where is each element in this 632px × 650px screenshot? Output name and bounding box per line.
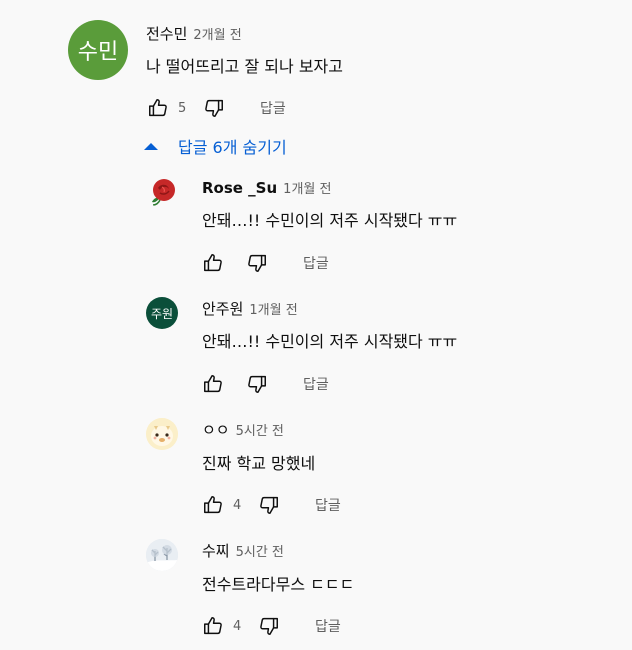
comment-meta: 전수민 2개월 전 (146, 23, 242, 44)
toggle-label: 답글 6개 숨기기 (178, 138, 287, 157)
dislike-button[interactable] (257, 493, 281, 517)
reply-button[interactable]: 답글 (303, 253, 329, 273)
thumbs-down-icon (248, 254, 266, 272)
comment-thread: 수민 전수민 2개월 전 나 떨어뜨리고 잘 되나 보자고 5 답글 답글 6개… (0, 0, 632, 650)
author-name[interactable]: 전수민 (146, 23, 187, 44)
reply-button[interactable]: 답글 (303, 374, 329, 394)
comment-meta: ㅇㅇ 5시간 전 (202, 419, 284, 440)
avatar[interactable] (146, 539, 178, 571)
reply-button[interactable]: 답글 (315, 616, 341, 636)
thumbs-down-icon (260, 496, 278, 514)
alpaca-icon (146, 418, 178, 450)
avatar[interactable] (146, 176, 178, 208)
avatar-initials: 주원 (150, 306, 174, 321)
like-count: 5 (178, 100, 187, 116)
comment-meta: 안주원 1개월 전 (202, 298, 298, 319)
thumbs-up-icon (204, 375, 222, 393)
thumbs-down-icon (260, 617, 278, 635)
avatar[interactable] (146, 418, 178, 450)
timestamp[interactable]: 5시간 전 (236, 541, 284, 560)
rose-icon (152, 179, 175, 206)
caret-up-icon (144, 143, 158, 150)
comment-text: 안돼…!! 수민이의 저주 시작됐다 ㅠㅠ (202, 332, 458, 351)
avatar[interactable]: 수민 (68, 20, 128, 80)
avatar[interactable]: 주원 (146, 297, 178, 329)
timestamp[interactable]: 2개월 전 (193, 24, 241, 43)
thumbs-up-icon (204, 617, 222, 635)
thumbs-up-icon (149, 99, 167, 117)
dislike-button[interactable] (202, 96, 226, 120)
hide-replies-toggle[interactable]: 답글 6개 숨기기 (144, 134, 287, 158)
comment-text: 진짜 학교 망했네 (202, 454, 316, 473)
reply-button[interactable]: 답글 (260, 98, 286, 118)
reply-button[interactable]: 답글 (315, 495, 341, 515)
dislike-button[interactable] (257, 614, 281, 638)
thumbs-down-icon (248, 375, 266, 393)
thumbs-down-icon (205, 99, 223, 117)
like-count: 4 (233, 497, 242, 513)
comment-actions: 5 답글 (146, 96, 286, 120)
like-button[interactable] (201, 614, 225, 638)
comment-text: 전수트라다무스 ㄷㄷㄷ (202, 575, 355, 594)
comment-meta: Rose _Su 1개월 전 (202, 178, 331, 197)
comment-text: 안돼…!! 수민이의 저주 시작됐다 ㅠㅠ (202, 211, 458, 230)
comment-actions: 답글 (201, 251, 329, 275)
author-name[interactable]: Rose _Su (202, 179, 277, 197)
comment-actions: 4 답글 (201, 493, 341, 517)
comment-actions: 답글 (201, 372, 329, 396)
timestamp[interactable]: 1개월 전 (249, 299, 297, 318)
dislike-button[interactable] (245, 372, 269, 396)
comment-text: 나 떨어뜨리고 잘 되나 보자고 (146, 57, 343, 76)
like-button[interactable] (201, 493, 225, 517)
author-name[interactable]: 안주원 (202, 298, 243, 319)
dislike-button[interactable] (245, 251, 269, 275)
snow-landscape-icon (146, 539, 178, 571)
author-name[interactable]: 수찌 (202, 540, 230, 561)
thumbs-up-icon (204, 254, 222, 272)
author-name[interactable]: ㅇㅇ (202, 419, 230, 440)
timestamp[interactable]: 5시간 전 (236, 420, 284, 439)
comment-meta: 수찌 5시간 전 (202, 540, 284, 561)
like-button[interactable] (201, 372, 225, 396)
comment-actions: 4 답글 (201, 614, 341, 638)
thumbs-up-icon (204, 496, 222, 514)
like-button[interactable] (201, 251, 225, 275)
timestamp[interactable]: 1개월 전 (283, 178, 331, 197)
avatar-initials: 수민 (77, 40, 119, 65)
like-button[interactable] (146, 96, 170, 120)
like-count: 4 (233, 618, 242, 634)
